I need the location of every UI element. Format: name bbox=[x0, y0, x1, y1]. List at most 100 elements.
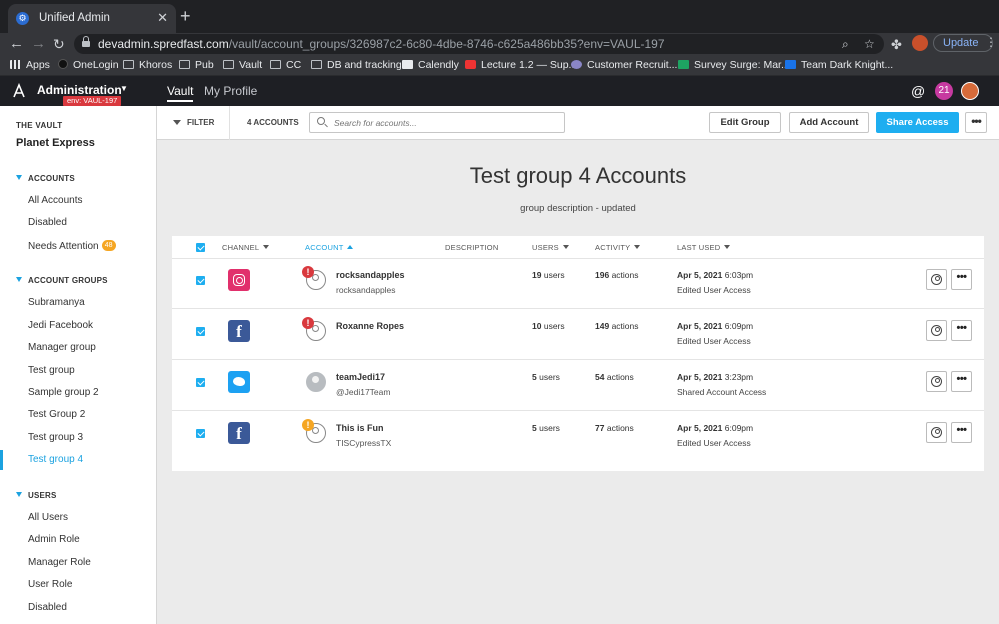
sidebar-item-sample-group-2[interactable]: Sample group 2 bbox=[28, 387, 99, 398]
column-header-account[interactable]: ACCOUNT bbox=[305, 243, 354, 252]
table-row[interactable]: teamJedi17 @Jedi17Team 5 users 54 action… bbox=[172, 360, 984, 410]
url-field[interactable]: devadmin.spredfast.com/vault/account_gro… bbox=[74, 34, 884, 54]
share-access-button[interactable]: Share Access bbox=[876, 112, 959, 133]
user-avatar[interactable] bbox=[961, 82, 979, 100]
table-row[interactable]: f ! Roxanne Ropes 10 users 149 actions A… bbox=[172, 309, 984, 359]
close-icon[interactable]: ✕ bbox=[157, 10, 168, 26]
browser-tab[interactable]: ⚙ Unified Admin ✕ bbox=[8, 4, 176, 33]
new-tab-icon[interactable]: + bbox=[180, 7, 191, 25]
sidebar-item-all-users[interactable]: All Users bbox=[28, 512, 68, 523]
column-header-channel[interactable]: CHANNEL bbox=[222, 243, 270, 252]
row-more-button[interactable]: ••• bbox=[951, 269, 972, 290]
accounts-section-header[interactable]: ACCOUNTS bbox=[16, 174, 75, 183]
chevron-down-icon[interactable]: ▼ bbox=[120, 84, 128, 93]
sidebar-item-manager-group[interactable]: Manager group bbox=[28, 342, 96, 353]
row-checkbox[interactable] bbox=[196, 276, 205, 285]
user-access-button[interactable] bbox=[926, 269, 947, 290]
warning-alert-icon: ! bbox=[302, 419, 314, 431]
table-row[interactable]: f ! This is Fun TISCypressTX 5 users 77 … bbox=[172, 411, 984, 461]
row-checkbox[interactable] bbox=[196, 429, 205, 438]
search-box[interactable] bbox=[309, 112, 565, 133]
page-title: Test group 4 Accounts bbox=[469, 163, 687, 188]
select-all-checkbox[interactable] bbox=[196, 243, 205, 252]
bookmark-lecture[interactable]: Lecture 1.2 — Sup... bbox=[465, 59, 577, 71]
sidebar-item-jedi-facebook[interactable]: Jedi Facebook bbox=[28, 320, 93, 331]
browser-profile-avatar[interactable] bbox=[912, 35, 928, 51]
users-count: 5 users bbox=[532, 372, 560, 382]
sidebar-item-all-accounts[interactable]: All Accounts bbox=[28, 195, 82, 206]
account-name[interactable]: This is Fun bbox=[336, 423, 384, 433]
account-name[interactable]: teamJedi17 bbox=[336, 372, 385, 382]
column-header-last-used[interactable]: LAST USED bbox=[677, 243, 731, 252]
back-arrow-icon[interactable]: ← bbox=[9, 35, 24, 53]
add-account-button[interactable]: Add Account bbox=[789, 112, 869, 133]
bookmark-team-dark-knight[interactable]: Team Dark Knight... bbox=[785, 59, 893, 71]
facebook-icon: f bbox=[228, 320, 250, 342]
lock-icon bbox=[82, 36, 90, 48]
bookmark-db-tracking[interactable]: DB and tracking bbox=[311, 59, 402, 71]
nav-my-profile[interactable]: My Profile bbox=[204, 84, 257, 98]
search-input[interactable] bbox=[334, 116, 554, 129]
sidebar-item-disabled-accounts[interactable]: Disabled bbox=[28, 217, 67, 228]
more-options-button[interactable]: ••• bbox=[965, 112, 987, 133]
bookmark-vault[interactable]: Vault bbox=[223, 59, 262, 71]
app-switcher[interactable]: Administration bbox=[37, 83, 122, 97]
user-access-button[interactable] bbox=[926, 371, 947, 392]
sort-down-icon bbox=[634, 245, 641, 249]
sidebar-item-test-group-4[interactable]: Test group 4 bbox=[28, 454, 83, 465]
row-more-button[interactable]: ••• bbox=[951, 320, 972, 341]
column-header-users[interactable]: USERS bbox=[532, 243, 569, 252]
bookmark-cc[interactable]: CC bbox=[270, 59, 301, 71]
bookmark-customer-recruit[interactable]: Customer Recruit... bbox=[571, 59, 677, 71]
sidebar-item-subramanya[interactable]: Subramanya bbox=[28, 297, 85, 308]
row-checkbox[interactable] bbox=[196, 378, 205, 387]
column-header-activity[interactable]: ACTIVITY bbox=[595, 243, 641, 252]
last-used-date: Apr 5, 2021 6:09pm bbox=[677, 321, 754, 331]
folder-icon bbox=[311, 60, 322, 69]
table-row[interactable]: ! rocksandapples rocksandapples 19 users… bbox=[172, 258, 984, 308]
user-access-button[interactable] bbox=[926, 422, 947, 443]
account-name[interactable]: Roxanne Ropes bbox=[336, 321, 404, 331]
bookmark-calendly[interactable]: Calendly bbox=[402, 59, 459, 71]
calendly-icon bbox=[402, 60, 413, 69]
activity-count: 77 actions bbox=[595, 423, 634, 433]
account-groups-section-header[interactable]: ACCOUNT GROUPS bbox=[16, 276, 108, 285]
bookmark-onelogin[interactable]: OneLogin bbox=[58, 59, 119, 71]
row-more-button[interactable]: ••• bbox=[951, 371, 972, 392]
update-button[interactable]: Update bbox=[933, 34, 993, 52]
sidebar-item-disabled-users[interactable]: Disabled bbox=[28, 602, 67, 613]
folder-icon bbox=[270, 60, 281, 69]
bookmark-survey-surge[interactable]: Survey Surge: Mar... bbox=[678, 59, 790, 71]
sidebar-item-admin-role[interactable]: Admin Role bbox=[28, 534, 80, 545]
sidebar-item-test-group[interactable]: Test group bbox=[28, 365, 75, 376]
sidebar-item-test-group-2[interactable]: Test Group 2 bbox=[28, 409, 85, 420]
bookmark-pub[interactable]: Pub bbox=[179, 59, 214, 71]
filter-button[interactable]: FILTER bbox=[173, 118, 214, 127]
row-checkbox[interactable] bbox=[196, 327, 205, 336]
sidebar-item-needs-attention[interactable]: Needs Attention 48 bbox=[28, 240, 116, 252]
sidebar-item-user-role[interactable]: User Role bbox=[28, 579, 72, 590]
notification-badge[interactable]: 21 bbox=[935, 82, 953, 100]
extensions-icon[interactable]: ✤ bbox=[891, 37, 902, 53]
tab-title: Unified Admin bbox=[39, 12, 110, 24]
facebook-icon: f bbox=[228, 422, 250, 444]
last-used-action: Edited User Access bbox=[677, 336, 751, 346]
sort-down-icon bbox=[263, 245, 270, 249]
zoom-icon[interactable]: ⌕ bbox=[842, 37, 849, 52]
users-section-header[interactable]: USERS bbox=[16, 491, 57, 500]
bookmark-apps[interactable]: Apps bbox=[10, 59, 50, 71]
bookmark-khoros[interactable]: Khoros bbox=[123, 59, 172, 71]
sidebar-item-manager-role[interactable]: Manager Role bbox=[28, 557, 91, 568]
mentions-icon[interactable]: @ bbox=[911, 83, 925, 99]
account-name[interactable]: rocksandapples bbox=[336, 270, 405, 280]
nav-vault[interactable]: Vault bbox=[167, 84, 193, 98]
star-icon[interactable]: ☆ bbox=[864, 37, 875, 51]
reload-icon[interactable]: ↻ bbox=[53, 35, 65, 53]
forward-arrow-icon[interactable]: → bbox=[31, 35, 46, 53]
edit-group-button[interactable]: Edit Group bbox=[709, 112, 781, 133]
row-more-button[interactable]: ••• bbox=[951, 422, 972, 443]
user-access-button[interactable] bbox=[926, 320, 947, 341]
sidebar-item-test-group-3[interactable]: Test group 3 bbox=[28, 432, 83, 443]
error-alert-icon: ! bbox=[302, 266, 314, 278]
browser-menu-icon[interactable]: ⋮ bbox=[985, 35, 997, 49]
